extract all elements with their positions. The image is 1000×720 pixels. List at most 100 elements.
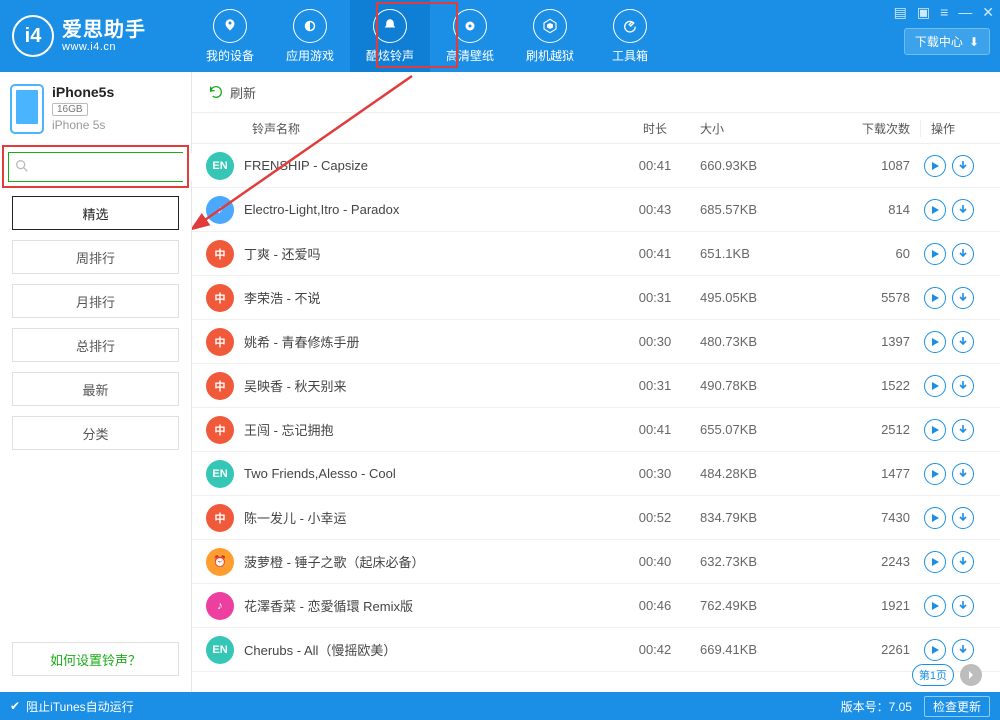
sidebar-item-3[interactable]: 总排行 — [12, 328, 179, 362]
flash-icon — [533, 9, 567, 43]
nav-tab-device[interactable]: 我的设备 — [190, 0, 270, 72]
ringtone-title: 陈一发儿 - 小幸运 — [244, 508, 347, 527]
ringtone-title-cell[interactable]: ♪Electro-Light,Itro - Paradox — [192, 196, 610, 224]
download-button[interactable] — [952, 463, 974, 485]
ringtone-title: 吴映香 - 秋天别来 — [244, 376, 347, 395]
download-button[interactable] — [952, 507, 974, 529]
play-button[interactable] — [924, 287, 946, 309]
help-set-ringtone[interactable]: 如何设置铃声？ — [12, 642, 179, 676]
nav-tab-apps[interactable]: 应用游戏 — [270, 0, 350, 72]
play-button[interactable] — [924, 419, 946, 441]
sidebar-item-4[interactable]: 最新 — [12, 372, 179, 406]
ringtone-title-cell[interactable]: ENCherubs - All（慢摇欧美） — [192, 636, 610, 664]
refresh-icon — [208, 84, 224, 100]
ringtone-title-cell[interactable]: ⏰菠萝橙 - 锤子之歌（起床必备） — [192, 548, 610, 576]
play-button[interactable] — [924, 155, 946, 177]
nav-tab-label: 工具箱 — [612, 47, 648, 64]
feedback-icon[interactable]: ▤ — [894, 4, 907, 21]
minimize-icon[interactable]: — — [958, 4, 972, 21]
download-center-button[interactable]: 下载中心 ⬇ — [904, 28, 990, 55]
app-url: www.i4.cn — [62, 41, 146, 53]
ringtone-size: 669.41KB — [700, 642, 820, 657]
ringtone-duration: 00:41 — [610, 246, 700, 261]
itunes-block-toggle[interactable]: 阻止iTunes自动运行 — [26, 698, 134, 715]
page-indicator[interactable]: 第1页 — [912, 664, 954, 686]
pager: 第1页 — [912, 664, 982, 686]
download-button[interactable] — [952, 243, 974, 265]
language-badge: ♪ — [206, 592, 234, 620]
ringtone-title-cell[interactable]: 中吴映香 - 秋天别来 — [192, 372, 610, 400]
download-button[interactable] — [952, 287, 974, 309]
page-next[interactable] — [960, 664, 982, 686]
nav-tab-toolbox[interactable]: 工具箱 — [590, 0, 670, 72]
download-button[interactable] — [952, 595, 974, 617]
sidebar-item-5[interactable]: 分类 — [12, 416, 179, 450]
play-button[interactable] — [924, 331, 946, 353]
download-button[interactable] — [952, 551, 974, 573]
ringtone-row: ENTwo Friends,Alesso - Cool00:30484.28KB… — [192, 452, 1000, 496]
nav-tab-label: 高清壁纸 — [446, 47, 494, 64]
ringtone-duration: 00:41 — [610, 158, 700, 173]
download-button[interactable] — [952, 199, 974, 221]
ringtone-duration: 00:43 — [610, 202, 700, 217]
play-button[interactable] — [924, 243, 946, 265]
menu-icon[interactable]: ≡ — [940, 4, 948, 21]
ringtone-row: 中丁爽 - 还爱吗00:41651.1KB60 — [192, 232, 1000, 276]
language-badge: EN — [206, 152, 234, 180]
download-button[interactable] — [952, 155, 974, 177]
ringtone-size: 660.93KB — [700, 158, 820, 173]
device-card[interactable]: iPhone5s 16GB iPhone 5s — [0, 72, 191, 148]
sidebar-item-0[interactable]: 精选 — [12, 196, 179, 230]
refresh-button[interactable]: 刷新 — [192, 72, 1000, 112]
play-button[interactable] — [924, 463, 946, 485]
language-badge: EN — [206, 636, 234, 664]
device-icon — [213, 9, 247, 43]
download-button[interactable] — [952, 419, 974, 441]
language-badge: EN — [206, 460, 234, 488]
close-icon[interactable]: ✕ — [982, 4, 994, 21]
skin-icon[interactable]: ▣ — [917, 4, 930, 21]
ringtone-duration: 00:52 — [610, 510, 700, 525]
ringtone-size: 495.05KB — [700, 290, 820, 305]
play-button[interactable] — [924, 507, 946, 529]
ringtone-size: 484.28KB — [700, 466, 820, 481]
ringtone-downloads: 814 — [820, 202, 920, 217]
ringtone-title-cell[interactable]: 中李荣浩 - 不说 — [192, 284, 610, 312]
download-button[interactable] — [952, 375, 974, 397]
nav-tab-flash[interactable]: 刷机越狱 — [510, 0, 590, 72]
ringtone-title-cell[interactable]: 中王闯 - 忘记拥抱 — [192, 416, 610, 444]
ringtone-downloads: 1477 — [820, 466, 920, 481]
ringtone-duration: 00:30 — [610, 466, 700, 481]
play-button[interactable] — [924, 595, 946, 617]
search-input[interactable] — [9, 153, 198, 181]
col-time: 时长 — [610, 120, 700, 137]
play-button[interactable] — [924, 639, 946, 661]
window-controls: ▤ ▣ ≡ — ✕ — [894, 4, 994, 21]
ringtone-size: 685.57KB — [700, 202, 820, 217]
nav-tab-label: 酷炫铃声 — [366, 47, 414, 64]
download-button[interactable] — [952, 331, 974, 353]
play-button[interactable] — [924, 375, 946, 397]
download-button[interactable] — [952, 639, 974, 661]
col-count: 下载次数 — [820, 120, 920, 137]
nav-tab-wallpaper[interactable]: 高清壁纸 — [430, 0, 510, 72]
ringtone-title-cell[interactable]: 中陈一发儿 - 小幸运 — [192, 504, 610, 532]
sidebar-item-1[interactable]: 周排行 — [12, 240, 179, 274]
ringtone-title-cell[interactable]: ENFRENSHIP - Capsize — [192, 152, 610, 180]
ringtone-title-cell[interactable]: ♪花澤香菜 - 恋愛循環 Remix版 — [192, 592, 610, 620]
check-update-button[interactable]: 检查更新 — [924, 696, 990, 717]
ringtone-title-cell[interactable]: 中姚希 - 青春修炼手册 — [192, 328, 610, 356]
nav-tab-ringtone[interactable]: 酷炫铃声 — [350, 0, 430, 72]
ringtone-title-cell[interactable]: ENTwo Friends,Alesso - Cool — [192, 460, 610, 488]
ringtone-size: 632.73KB — [700, 554, 820, 569]
play-button[interactable] — [924, 199, 946, 221]
play-button[interactable] — [924, 551, 946, 573]
col-name: 铃声名称 — [192, 120, 610, 137]
ringtone-duration: 00:41 — [610, 422, 700, 437]
ringtone-title-cell[interactable]: 中丁爽 - 还爱吗 — [192, 240, 610, 268]
main-panel: 刷新 铃声名称 时长 大小 下载次数 操作 ENFRENSHIP - Capsi… — [192, 72, 1000, 692]
sidebar-item-2[interactable]: 月排行 — [12, 284, 179, 318]
language-badge: 中 — [206, 372, 234, 400]
apps-icon — [293, 9, 327, 43]
ringtone-downloads: 1087 — [820, 158, 920, 173]
